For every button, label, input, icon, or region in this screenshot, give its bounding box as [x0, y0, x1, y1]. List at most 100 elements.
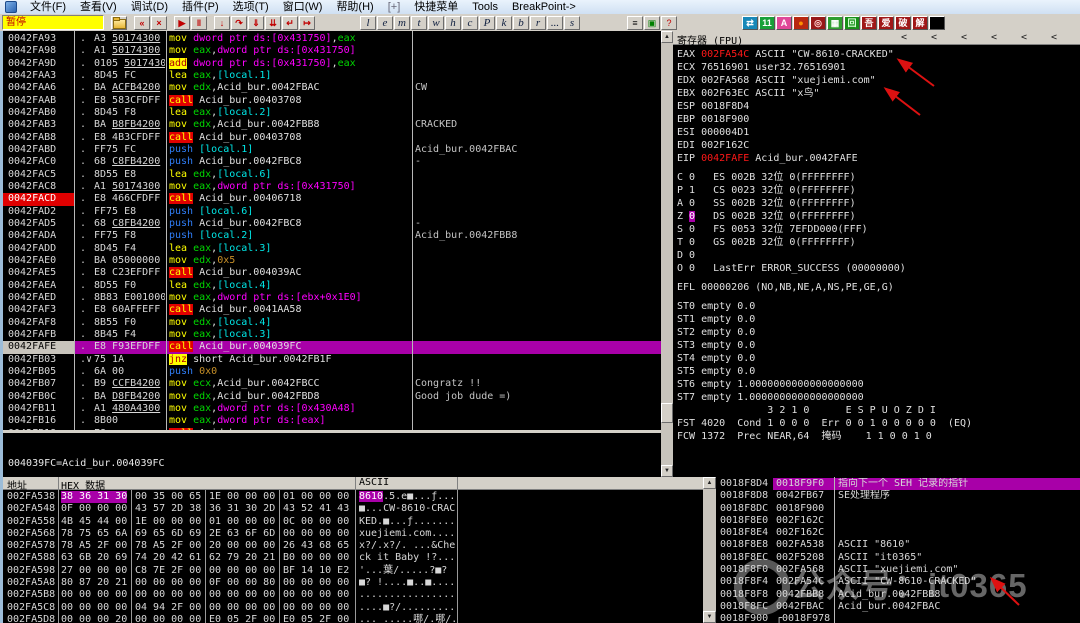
plugin-button-10[interactable]: 解 — [912, 16, 928, 30]
stack-row[interactable]: 0018F8F0002FA568ASCII "xuejiemi.com" — [716, 564, 1080, 576]
disasm-row[interactable]: 0042FAB0.8D45 F8lea eax,[local.2] — [3, 107, 661, 119]
plugin-button-7[interactable]: 吾 — [861, 16, 877, 30]
dump-row[interactable]: 002FA59827 00 00 00C8 7E 2F 0000 00 00 0… — [3, 565, 703, 577]
dump-row[interactable]: 002FA57878 A5 2F 0078 A5 2F 0020 00 00 0… — [3, 540, 703, 552]
fpu-st-row-6[interactable]: ST6 empty 1.0000000000000000000 — [677, 378, 1080, 391]
step-into-button[interactable]: ↓ — [214, 16, 230, 30]
dump-row[interactable]: 002FA5C800 00 00 0004 94 2F 0000 00 00 0… — [3, 602, 703, 614]
window-button-c[interactable]: c — [462, 16, 478, 30]
fpu-st-row-1[interactable]: ST1 empty 0.0 — [677, 313, 1080, 326]
window-button-h[interactable]: h — [445, 16, 461, 30]
pause-button[interactable]: ‖ — [191, 16, 207, 30]
disasm-row[interactable]: 0042FAFE.E8 F93EFDFFcall Acid_bur.004039… — [3, 341, 661, 353]
run-button[interactable]: ▶ — [174, 16, 190, 30]
flag-row-o[interactable]: O 0 LastErr ERROR_SUCCESS (00000000) — [677, 262, 1080, 275]
disasm-row[interactable]: 0042FAA3.8D45 FClea eax,[local.1] — [3, 70, 661, 82]
register-row-ecx[interactable]: ECX 76516901 user32.76516901 — [677, 61, 1080, 74]
dump-row[interactable]: 002FA5584B 45 44 001E 00 00 0001 00 00 0… — [3, 516, 703, 528]
menu-item[interactable]: [+] — [381, 0, 408, 14]
disasm-row[interactable]: 0042FABD.FF75 FCpush [local.1]Acid_bur.0… — [3, 144, 661, 156]
scroll-up-button[interactable]: ▲ — [661, 31, 673, 43]
fpu-fcw-row[interactable]: FCW 1372 Prec NEAR,64 掩码 1 1 0 0 1 0 — [677, 430, 1080, 443]
stack-row[interactable]: 0018F8F80042FBB8Acid_bur.0042FBB8 — [716, 589, 1080, 601]
window-button-w[interactable]: w — [428, 16, 444, 30]
disasm-row[interactable]: 0042FAAB.E8 583CFDFFcall Acid_bur.004037… — [3, 95, 661, 107]
menu-item[interactable]: 快捷菜单 — [407, 0, 465, 14]
menu-item[interactable]: 选项(T) — [226, 0, 276, 14]
plugin-button-3[interactable]: ● — [793, 16, 809, 30]
animate-into-button[interactable]: ⇓ — [248, 16, 264, 30]
collapse-chevron-icon[interactable]: < — [1051, 32, 1057, 43]
disasm-row[interactable]: 0042FB03.∨75 1Ajnz short Acid_bur.0042FB… — [3, 354, 661, 366]
step-over-button[interactable]: ↷ — [231, 16, 247, 30]
flag-row-a[interactable]: A 0 SS 002B 32位 0(FFFFFFFF) — [677, 197, 1080, 210]
window-button-t[interactable]: t — [411, 16, 427, 30]
disasm-row[interactable]: 0042FAF3.E8 60AFFEFFcall Acid_bur.0041AA… — [3, 304, 661, 316]
plugin-button-4[interactable]: ◎ — [810, 16, 826, 30]
disasm-row[interactable]: 0042FACD.E8 466CFDFFcall Acid_bur.004067… — [3, 193, 661, 205]
register-row-ebp[interactable]: EBP 0018F900 — [677, 113, 1080, 126]
scroll-thumb[interactable] — [661, 403, 673, 423]
disasm-row[interactable]: 0042FAD2.FF75 E8push [local.6] — [3, 206, 661, 218]
window-button-P[interactable]: P — [479, 16, 495, 30]
menu-item[interactable]: 查看(V) — [73, 0, 124, 14]
window-button-m[interactable]: m — [394, 16, 410, 30]
collapse-chevron-icon[interactable]: < — [961, 32, 967, 43]
disasm-row[interactable]: 0042FAE0.BA 05000000mov edx,0x5 — [3, 255, 661, 267]
disasm-row[interactable]: 0042FB11.A1 480A4300mov eax,dword ptr ds… — [3, 403, 661, 415]
scroll-up-button[interactable]: ▲ — [703, 477, 716, 489]
stack-row[interactable]: 0018F8F4002FA54CASCII "CW-8610-CRACKED" — [716, 576, 1080, 588]
stack-row[interactable]: 0018F8FC0042FBACAcid_bur.0042FBAC — [716, 601, 1080, 613]
flag-row-d[interactable]: D 0 — [677, 249, 1080, 262]
stack-panel[interactable]: 0018F8D40018F9F0指向下一个 SEH 记录的指针0018F8D80… — [716, 477, 1080, 623]
execute-till-return-button[interactable]: ↦ — [299, 16, 315, 30]
disasm-row[interactable]: 0042FAFB.8B45 F4mov eax,[local.3] — [3, 329, 661, 341]
disasm-row[interactable]: 0042FAEA.8D55 F0lea edx,[local.4] — [3, 280, 661, 292]
window-button-e[interactable]: e — [377, 16, 393, 30]
stack-row[interactable]: 0018F8E0002F162C — [716, 515, 1080, 527]
flag-row-s[interactable]: S 0 FS 0053 32位 7EFDD000(FFF) — [677, 223, 1080, 236]
fpu-st-row-4[interactable]: ST4 empty 0.0 — [677, 352, 1080, 365]
window-button-dotdotdot[interactable]: ... — [547, 16, 563, 30]
plugin-button-5[interactable]: ▦ — [827, 16, 843, 30]
window-button-s[interactable]: s — [564, 16, 580, 30]
window-button-b[interactable]: b — [513, 16, 529, 30]
scroll-down-button[interactable]: ▼ — [703, 611, 716, 623]
flag-row-z[interactable]: Z 0 DS 002B 32位 0(FFFFFFFF) — [677, 210, 1080, 223]
disasm-row[interactable]: 0042FB05.6A 00push 0x0 — [3, 366, 661, 378]
window-button-l[interactable]: l — [360, 16, 376, 30]
dump-row[interactable]: 002FA58863 6B 20 6974 20 42 6162 79 20 2… — [3, 552, 703, 564]
disasm-row[interactable]: 0042FAC8.A1 50174300mov eax,dword ptr ds… — [3, 181, 661, 193]
dump-row[interactable]: 002FA5A880 87 20 2100 00 00 000F 00 00 8… — [3, 577, 703, 589]
options-button[interactable]: ≡ — [627, 16, 643, 30]
disasm-row[interactable]: 0042FAC5.8D55 E8lea edx,[local.6] — [3, 169, 661, 181]
help-button[interactable]: ? — [661, 16, 677, 30]
flag-row-c[interactable]: C 0 ES 002B 32位 0(FFFFFFFF) — [677, 171, 1080, 184]
disassembly-panel[interactable]: 0042FA93.A3 50174300mov dword ptr ds:[0x… — [3, 31, 661, 430]
disasm-row[interactable]: 0042FADA.FF75 F8push [local.2]Acid_bur.0… — [3, 230, 661, 242]
fpu-st-row-0[interactable]: ST0 empty 0.0 — [677, 300, 1080, 313]
disasm-row[interactable]: 0042FB0C.BA D8FB4200mov edx,Acid_bur.004… — [3, 391, 661, 403]
register-row-ebx[interactable]: EBX 002F63EC ASCII "x鸟" — [677, 87, 1080, 100]
plugin-button-8[interactable]: 爱 — [878, 16, 894, 30]
menu-item[interactable]: 插件(P) — [175, 0, 226, 14]
dump-row[interactable]: 002FA5B800 00 00 0000 00 00 0000 00 00 0… — [3, 589, 703, 601]
flag-row-t[interactable]: T 0 GS 002B 32位 0(FFFFFFFF) — [677, 236, 1080, 249]
registers-panel[interactable]: 寄存器 (FPU) <<<<<< EAX 002FA54C ASCII "CW-… — [673, 31, 1080, 477]
dump-row[interactable]: 002FA5480F 00 00 0043 57 2D 3836 31 30 2… — [3, 503, 703, 515]
dump-row[interactable]: 002FA5D800 00 00 2000 00 00 00E0 05 2F 0… — [3, 614, 703, 623]
plugin-button-1[interactable]: 11 — [759, 16, 775, 30]
appearance-button[interactable]: ▣ — [644, 16, 660, 30]
fpu-st-row-5[interactable]: ST5 empty 0.0 — [677, 365, 1080, 378]
open-file-button[interactable] — [111, 16, 127, 30]
eflags-row[interactable]: EFL 00000206 (NO,NB,NE,A,NS,PE,GE,G) — [677, 281, 1080, 294]
register-row-edi[interactable]: EDI 002F162C — [677, 139, 1080, 152]
plugin-button-2[interactable]: A — [776, 16, 792, 30]
disasm-row[interactable]: 0042FAD5.68 C8FB4200push Acid_bur.0042FB… — [3, 218, 661, 230]
plugin-button-0[interactable]: ⇄ — [742, 16, 758, 30]
stack-row[interactable]: 0018F8D40018F9F0指向下一个 SEH 记录的指针 — [716, 478, 1080, 490]
trace-button[interactable]: ↵ — [282, 16, 298, 30]
close-button[interactable]: × — [151, 16, 167, 30]
scroll-down-button[interactable]: ▼ — [661, 465, 673, 477]
memory-dump-panel[interactable]: 地址 HEX 数据 ASCII 002FA53838 36 31 3000 35… — [3, 477, 703, 623]
